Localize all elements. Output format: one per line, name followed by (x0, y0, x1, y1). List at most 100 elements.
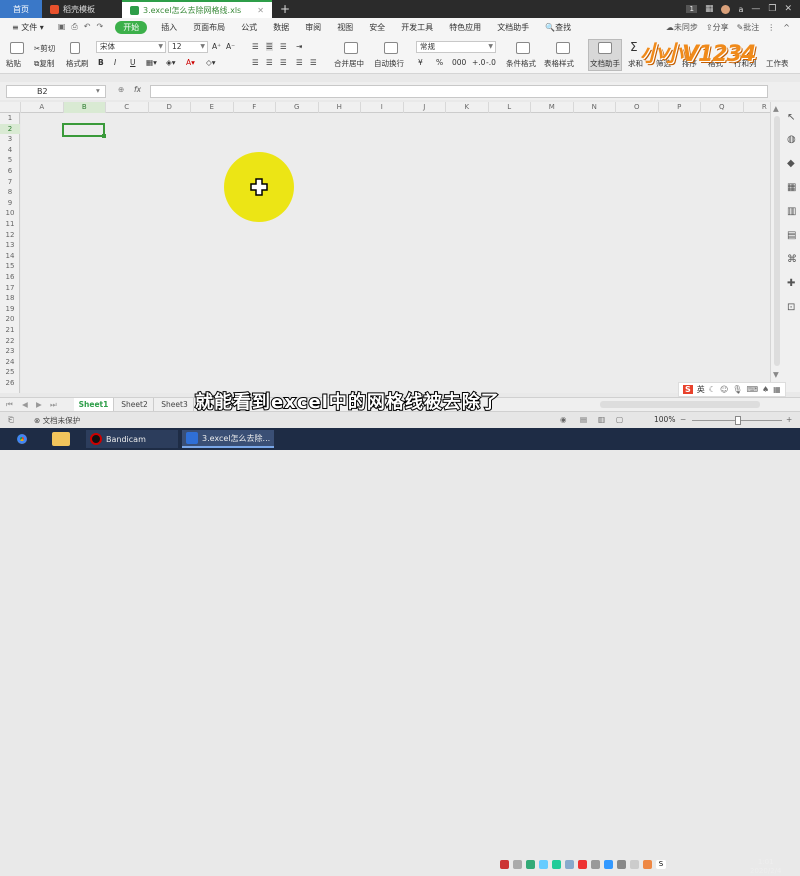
scroll-up-icon[interactable]: ▲ (773, 104, 779, 113)
chevron-down-icon[interactable]: ▾ (96, 86, 100, 95)
copy-button[interactable]: ⧉复制 (34, 58, 54, 69)
side-chart-icon[interactable]: ▤ (787, 230, 796, 241)
chrome-taskbar-button[interactable] (14, 430, 30, 448)
row-header-11[interactable]: 11 (0, 219, 20, 230)
row-header-6[interactable]: 6 (0, 166, 20, 177)
row-header-8[interactable]: 8 (0, 187, 20, 198)
view-page-icon[interactable]: ▢ (616, 415, 623, 424)
menu-search[interactable]: 🔍查找 (537, 22, 579, 33)
column-header-a[interactable]: A (21, 102, 64, 113)
conditional-format-button[interactable]: 条件格式 (506, 58, 536, 69)
bandicam-taskbar-button[interactable]: Bandicam (86, 430, 178, 448)
formula-input[interactable] (150, 85, 768, 98)
zoom-out-icon[interactable]: − (680, 415, 686, 424)
indent-icon[interactable]: ⇥ (296, 42, 302, 51)
zoom-in-icon[interactable]: + (786, 415, 792, 424)
ime-keyboard-icon[interactable]: ⌨ (746, 385, 758, 394)
volume-icon[interactable] (630, 860, 639, 869)
column-header-j[interactable]: J (404, 102, 446, 113)
doc-helper-button[interactable]: 文档助手 (590, 58, 620, 69)
format-painter-button[interactable]: 格式刷 (66, 58, 89, 69)
record-tray-icon[interactable] (500, 860, 509, 869)
vertical-scrollbar[interactable] (774, 116, 780, 366)
avatar[interactable] (721, 4, 731, 14)
tab-home[interactable]: 首页 (0, 0, 42, 18)
row-header-13[interactable]: 13 (0, 240, 20, 251)
row-header-26[interactable]: 26 (0, 378, 20, 389)
row-header-23[interactable]: 23 (0, 346, 20, 357)
thousands-button[interactable]: 000 (452, 58, 466, 67)
menu-item-1[interactable]: 页面布局 (185, 22, 233, 33)
zoom-level[interactable]: 100% (654, 415, 675, 424)
column-header-i[interactable]: I (361, 102, 404, 113)
tray-icon-8[interactable] (591, 860, 600, 869)
row-header-18[interactable]: 18 (0, 293, 20, 304)
underline-button[interactable]: U (130, 58, 136, 67)
next-sheet-icon[interactable]: ▶ (36, 400, 42, 409)
minimize-icon[interactable]: — (751, 4, 760, 14)
side-pivot-icon[interactable]: ▥ (787, 206, 796, 217)
doc-helper-icon[interactable] (598, 42, 612, 54)
font-size-select[interactable]: 12 ▼ (168, 41, 208, 53)
column-header-n[interactable]: N (574, 102, 616, 113)
row-header-20[interactable]: 20 (0, 314, 20, 325)
ime-moon-icon[interactable]: ☾ (709, 385, 716, 394)
first-sheet-icon[interactable]: ⏮ (6, 400, 13, 410)
merge-center-button[interactable]: 合并居中 (334, 58, 364, 69)
clear-icon[interactable]: ◇▾ (206, 58, 216, 67)
ime-tray-icon[interactable]: S (656, 860, 666, 869)
menu-item-6[interactable]: 安全 (361, 22, 393, 33)
sync-status[interactable]: ☁未同步 (666, 22, 698, 33)
table-style-button[interactable]: 表格样式 (544, 58, 574, 69)
new-tab-button[interactable]: + (272, 0, 298, 18)
scroll-down-icon[interactable]: ▼ (773, 370, 779, 379)
side-tool-icon[interactable]: ✚ (787, 278, 795, 289)
ime-mic-icon[interactable]: 🎙 (732, 385, 742, 394)
maximize-icon[interactable]: ❐ (768, 4, 776, 14)
row-header-12[interactable]: 12 (0, 230, 20, 241)
column-header-f[interactable]: F (234, 102, 276, 113)
view-layout-icon[interactable]: ▥ (598, 415, 605, 424)
ime-emoji-icon[interactable]: ☺ (720, 385, 728, 394)
percent-button[interactable]: % (436, 58, 443, 67)
tray-icon-2[interactable] (513, 860, 522, 869)
menu-file[interactable]: ≡ 文件 ▾ (4, 22, 52, 33)
row-header-7[interactable]: 7 (0, 177, 20, 188)
border-icon[interactable]: ▦▾ (146, 58, 157, 67)
tray-icon-12[interactable] (643, 860, 652, 869)
side-link-icon[interactable]: ⌘ (787, 254, 797, 265)
last-sheet-icon[interactable]: ⏭ (50, 400, 57, 410)
sheet-tab-3[interactable]: Sheet3 (156, 398, 194, 411)
grow-font-button[interactable]: A⁺ (212, 42, 221, 51)
currency-button[interactable]: ¥ (418, 58, 423, 67)
row-header-25[interactable]: 25 (0, 367, 20, 378)
share-button[interactable]: ⇪分享 (706, 22, 729, 33)
wrap-text-button[interactable]: 自动换行 (374, 58, 404, 69)
distribute-icon[interactable]: ☰ (310, 58, 317, 67)
tab-document[interactable]: 3.excel怎么去除网格线.xls ✕ (122, 0, 272, 18)
row-header-19[interactable]: 19 (0, 304, 20, 315)
sheet-tab-2[interactable]: Sheet2 (116, 398, 154, 411)
print-icon[interactable]: ⎙ (71, 22, 77, 32)
merge-icon[interactable] (344, 42, 358, 54)
row-header-21[interactable]: 21 (0, 325, 20, 336)
annotate-button[interactable]: ✎批注 (737, 22, 760, 33)
select-all-corner[interactable] (0, 102, 21, 113)
tray-icon-6[interactable] (565, 860, 574, 869)
align-middle-icon[interactable]: ☰ (266, 42, 273, 51)
justify-icon[interactable]: ☰ (296, 58, 303, 67)
align-bottom-icon[interactable]: ☰ (280, 42, 287, 51)
row-header-10[interactable]: 10 (0, 208, 20, 219)
menu-start[interactable]: 开始 (115, 20, 148, 34)
menu-item-3[interactable]: 数据 (265, 22, 297, 33)
align-center-icon[interactable]: ☰ (266, 58, 273, 67)
format-painter-icon[interactable] (70, 42, 80, 54)
row-header-22[interactable]: 22 (0, 336, 20, 347)
network-icon[interactable] (617, 860, 626, 869)
italic-button[interactable]: I (114, 58, 116, 67)
paste-icon[interactable] (10, 42, 24, 54)
selected-cell-b2[interactable] (62, 123, 106, 138)
column-header-g[interactable]: G (276, 102, 319, 113)
horizontal-scrollbar[interactable] (600, 401, 760, 408)
number-format-select[interactable]: 常规 ▼ (416, 41, 496, 53)
